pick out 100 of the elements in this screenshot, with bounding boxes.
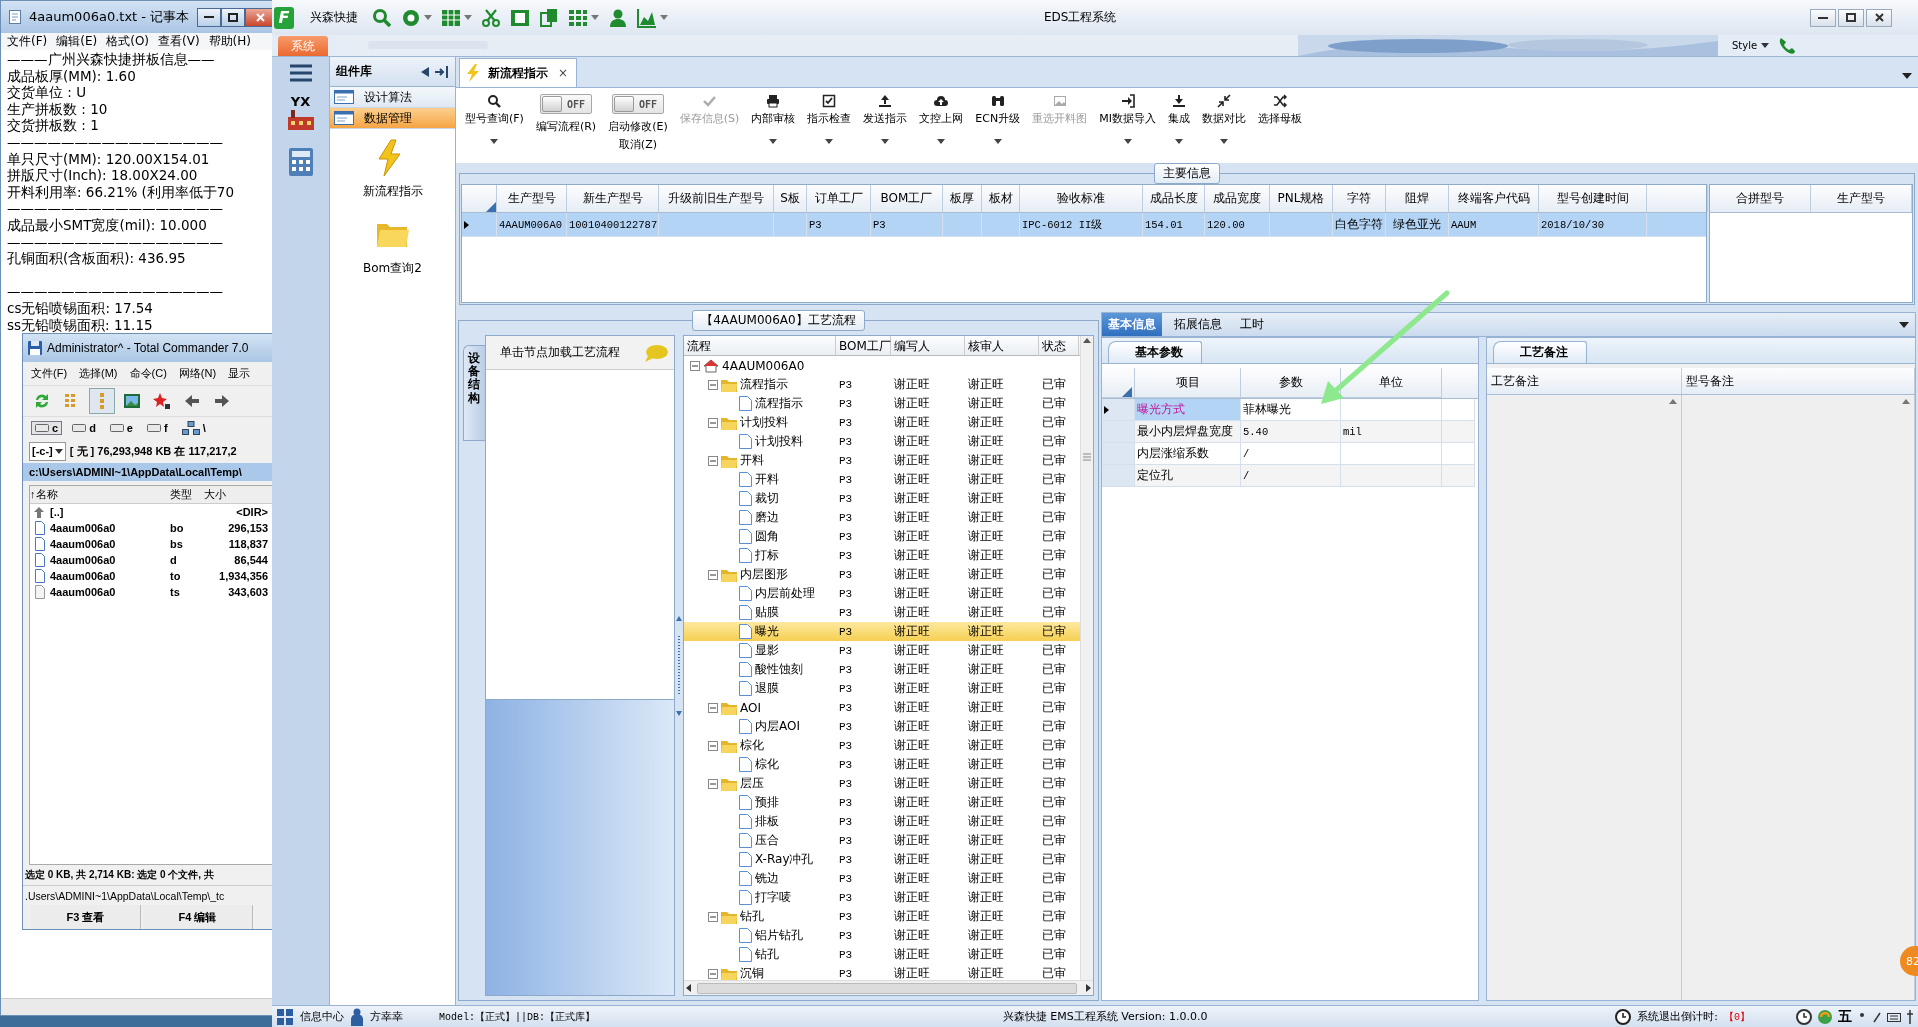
factory-button[interactable]: YX xyxy=(283,95,318,135)
tree-row[interactable]: 预排 P3 谢正旺 谢正旺 已审 xyxy=(684,793,1080,812)
expand-toggle-icon[interactable] xyxy=(708,911,718,922)
tree-node-label[interactable]: 开料 xyxy=(755,471,779,488)
drive-button[interactable]: e xyxy=(105,421,137,435)
scroll-up-icon[interactable] xyxy=(1083,338,1091,343)
tree-node-label[interactable]: 压合 xyxy=(755,832,779,849)
person-icon[interactable] xyxy=(608,7,628,28)
tree-node-label[interactable]: 沉铜 xyxy=(740,965,764,980)
tree-node-label[interactable]: 棕化 xyxy=(740,737,764,754)
menu-item[interactable]: 格式(O) xyxy=(106,33,150,50)
root-button[interactable]: \ xyxy=(177,420,210,436)
tree-row[interactable]: 棕化 P3 谢正旺 谢正旺 已审 xyxy=(684,736,1080,755)
tree-row[interactable]: 酸性蚀刻 P3 谢正旺 谢正旺 已审 xyxy=(684,660,1080,679)
phone-icon[interactable] xyxy=(1777,36,1796,54)
column-header[interactable]: 板材 xyxy=(982,185,1020,212)
tree-row[interactable]: 内层前处理 P3 谢正旺 谢正旺 已审 xyxy=(684,584,1080,603)
grid-icon[interactable] xyxy=(568,7,588,28)
column-header[interactable]: PNL规格 xyxy=(1270,185,1333,212)
tree-row[interactable]: 计划投料 P3 谢正旺 谢正旺 已审 xyxy=(684,432,1080,451)
column-header[interactable]: 合拼型号 xyxy=(1710,185,1811,212)
file-name[interactable]: 4aaum006a0 xyxy=(50,554,116,566)
menu-icon[interactable] xyxy=(288,63,313,83)
close-button[interactable] xyxy=(1866,8,1892,27)
tree-row[interactable]: 排板 P3 谢正旺 谢正旺 已审 xyxy=(684,812,1080,831)
file-list[interactable]: ↑名称 类型 大小 [..] <DIR> 4aaum006a0 bo 296,153 4aaum006a0 bs 118,837 4aaum006a0 d 86,544 4aaum006a0 to 1,934,356 4aaum006a0 ts 343,603 xyxy=(29,485,272,865)
column-header[interactable]: 状态 xyxy=(1039,336,1079,356)
table-row[interactable]: 4AAUM006A0 10010400122787 P3 P3 IPC-6012 II级 154.01 120.00 白色字符 绿色亚光 AAUM 2018/10/30 xyxy=(462,213,1706,237)
tree-row[interactable]: 铝片钻孔 P3 谢正旺 谢正旺 已审 xyxy=(684,926,1080,945)
caret-icon[interactable] xyxy=(490,139,499,144)
column-header[interactable]: 终端客户代码 xyxy=(1449,185,1539,212)
tree-node-label[interactable]: 内层图形 xyxy=(740,566,788,583)
tree-row[interactable]: 压合 P3 谢正旺 谢正旺 已审 xyxy=(684,831,1080,850)
column-header[interactable]: 板厚 xyxy=(943,185,982,212)
path-bar[interactable]: c:\Users\ADMINI~1\AppData\Local\Temp\ xyxy=(23,463,272,481)
tree-node-label[interactable]: 酸性蚀刻 xyxy=(755,661,803,678)
scroll-up-icon[interactable] xyxy=(1669,399,1677,404)
tree-node-label[interactable]: 贴膜 xyxy=(755,604,779,621)
file-name[interactable]: 4aaum006a0 xyxy=(50,538,116,550)
drive-button[interactable]: d xyxy=(68,421,100,435)
column-header[interactable]: BOM工厂 xyxy=(871,185,943,212)
tree-row[interactable]: 显影 P3 谢正旺 谢正旺 已审 xyxy=(684,641,1080,660)
caret-icon[interactable] xyxy=(1761,43,1770,48)
drive-button[interactable]: c xyxy=(31,421,63,435)
tree-node-label[interactable]: 磨边 xyxy=(755,509,779,526)
tree-node-label[interactable]: 打标 xyxy=(755,547,779,564)
column-header[interactable]: 成品长度 xyxy=(1143,185,1205,212)
toolbar-button[interactable]: 发送指示 xyxy=(858,92,913,146)
column-header[interactable]: 类型 xyxy=(170,487,204,502)
toolbar-button[interactable]: 指示检查 xyxy=(802,92,857,146)
column-header[interactable]: 工艺备注 xyxy=(1487,368,1682,394)
tree-node-label[interactable]: 铣边 xyxy=(755,870,779,887)
caret-icon[interactable] xyxy=(54,448,63,454)
tree-node-label[interactable]: 计划投料 xyxy=(740,414,788,431)
tree-node-label[interactable]: 预排 xyxy=(755,794,779,811)
file-name[interactable]: 4aaum006a0 xyxy=(50,522,116,534)
drive-dropdown[interactable]: [-c-] xyxy=(29,441,66,461)
toolbar-button[interactable]: 文控上网 xyxy=(914,92,969,146)
tree-node-label[interactable]: 内层AOI xyxy=(755,718,800,735)
toolbar-button[interactable]: 数据对比 xyxy=(1196,92,1251,146)
expand-toggle-icon[interactable] xyxy=(708,968,718,979)
scroll-up-icon[interactable] xyxy=(1902,399,1910,404)
tree-row[interactable]: 流程指示 P3 谢正旺 谢正旺 已审 xyxy=(684,394,1080,413)
column-header[interactable]: 流程 xyxy=(684,336,836,356)
column-header[interactable]: 项目 xyxy=(1135,368,1241,398)
tree-row[interactable]: 内层AOI P3 谢正旺 谢正旺 已审 xyxy=(684,717,1080,736)
tree-row[interactable]: 圆角 P3 谢正旺 谢正旺 已审 xyxy=(684,527,1080,546)
table-icon[interactable] xyxy=(441,7,461,28)
tree-node-label[interactable]: AOI xyxy=(740,700,761,715)
tree-row[interactable]: 贴膜 P3 谢正旺 谢正旺 已审 xyxy=(684,603,1080,622)
splitter-handle[interactable] xyxy=(676,615,682,716)
toggle-button[interactable]: OFF 编写流程(R) xyxy=(530,92,602,136)
menu-item[interactable]: 文件(F) xyxy=(31,366,68,381)
column-header[interactable]: 验收标准 xyxy=(1020,185,1143,212)
chart-icon[interactable] xyxy=(637,7,657,28)
tree-row[interactable]: 裁切 P3 谢正旺 谢正旺 已审 xyxy=(684,489,1080,508)
tree-node-label[interactable]: 钻孔 xyxy=(755,946,779,963)
caret-icon[interactable] xyxy=(1174,139,1183,144)
function-key-button[interactable]: F4 编辑 xyxy=(143,905,253,929)
tree-row[interactable]: X-Ray冲孔 P3 谢正旺 谢正旺 已审 xyxy=(684,850,1080,869)
tree-row[interactable]: 打标 P3 谢正旺 谢正旺 已审 xyxy=(684,546,1080,565)
column-header[interactable]: 升级前旧生产型号 xyxy=(659,185,774,212)
tree-row[interactable]: 磨边 P3 谢正旺 谢正旺 已审 xyxy=(684,508,1080,527)
toolbar-button[interactable]: 集成 xyxy=(1162,92,1195,146)
tree-row[interactable]: 4AAUM006A0 xyxy=(684,356,1080,375)
tree-node-label[interactable]: X-Ray冲孔 xyxy=(755,851,814,868)
style-menu[interactable]: Style xyxy=(1728,35,1774,56)
dock-icon[interactable] xyxy=(435,65,449,78)
expand-toggle-icon[interactable] xyxy=(708,417,718,428)
column-header[interactable]: 新生产型号 xyxy=(567,185,659,212)
grid-icon[interactable] xyxy=(276,1007,294,1026)
caret-icon[interactable] xyxy=(1123,139,1132,144)
tab[interactable]: 基本参数 xyxy=(1108,341,1202,363)
dropdown-icon[interactable] xyxy=(1902,73,1912,79)
caret-icon[interactable] xyxy=(769,139,778,144)
menu-item[interactable]: 编辑(E) xyxy=(56,33,98,50)
expand-toggle-icon[interactable] xyxy=(708,455,718,466)
document-tab[interactable]: 新流程指示 × xyxy=(459,58,578,87)
tree-node-label[interactable]: 裁切 xyxy=(755,490,779,507)
tree-row[interactable]: 开料 P3 谢正旺 谢正旺 已审 xyxy=(684,470,1080,489)
